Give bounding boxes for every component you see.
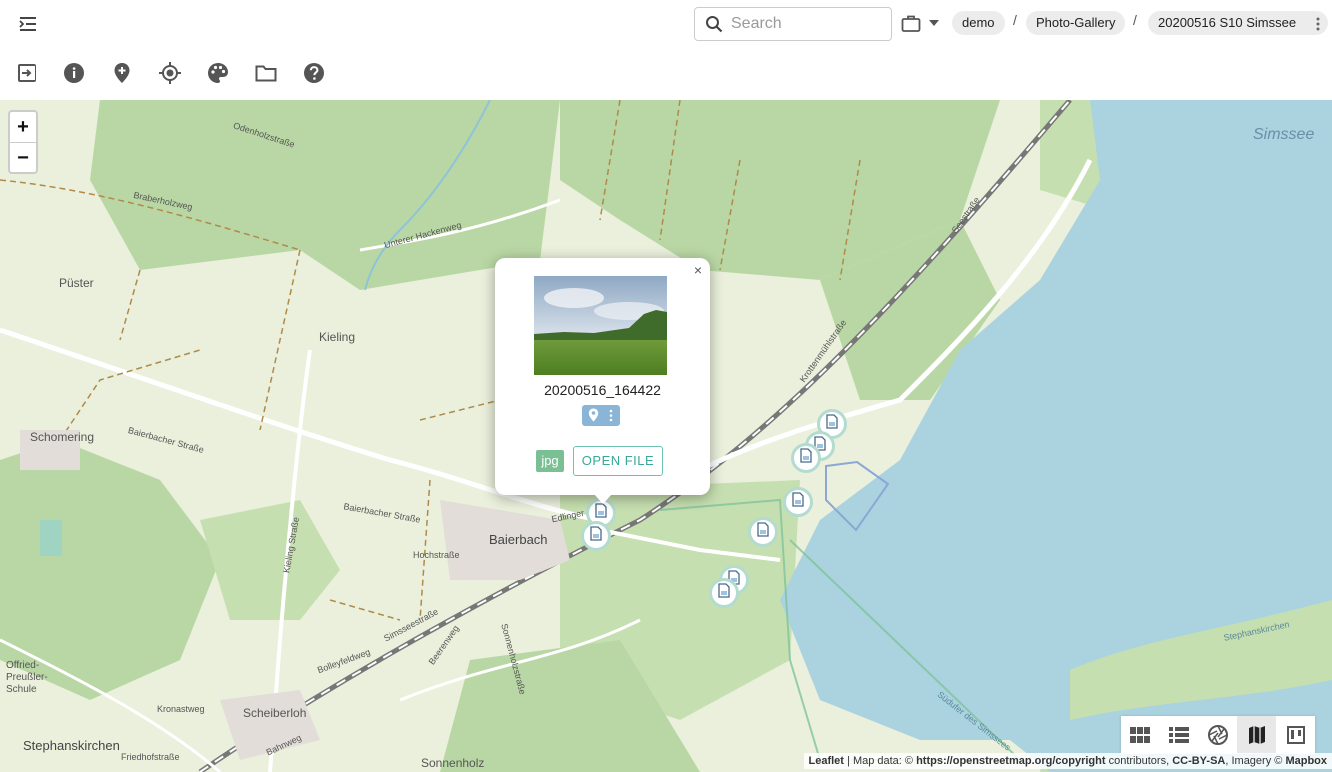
attribution-text: | Map data: © (843, 755, 917, 767)
folder-icon[interactable] (253, 60, 279, 86)
file-icon (826, 414, 838, 434)
breadcrumb-album[interactable]: 20200516 S10 Simssee (1148, 11, 1328, 35)
close-icon[interactable]: × (694, 262, 702, 278)
top-bar: demo / Photo-Gallery / 20200516 S10 Sims… (0, 0, 1332, 48)
file-icon (718, 583, 730, 603)
mapbox-link[interactable]: Mapbox (1285, 755, 1327, 767)
file-icon (590, 526, 602, 546)
file-icon (792, 492, 804, 512)
file-icon (800, 448, 812, 468)
leaflet-link[interactable]: Leaflet (809, 755, 844, 767)
zoom-in-button[interactable]: + (10, 112, 36, 143)
breadcrumb-photo-gallery[interactable]: Photo-Gallery (1026, 11, 1126, 35)
photo-marker[interactable] (748, 517, 778, 547)
zoom-out-button[interactable]: − (10, 143, 36, 173)
tool-bar (0, 48, 1332, 100)
osm-copyright-link[interactable]: https://openstreetmap.org/copyright (916, 755, 1105, 767)
locate-icon[interactable] (157, 60, 183, 86)
map-attribution: Leaflet | Map data: © https://openstreet… (803, 753, 1332, 769)
file-icon (757, 522, 769, 542)
place-label-stephanskirchen: Stephanskirchen (23, 738, 120, 753)
zoom-control: + − (8, 110, 38, 174)
briefcase-icon[interactable] (898, 11, 924, 35)
photo-title: 20200516_164422 (544, 382, 661, 398)
photo-marker[interactable] (791, 443, 821, 473)
license-link[interactable]: CC-BY-SA (1172, 755, 1225, 767)
place-label-sonnenholz: Sonnenholz (421, 756, 485, 770)
chevron-down-icon[interactable] (926, 15, 942, 31)
search-input[interactable] (729, 14, 873, 34)
map-marker-icon (588, 408, 599, 427)
popup-tip (594, 494, 612, 504)
photo-thumbnail[interactable] (534, 276, 667, 375)
attribution-text: , Imagery © (1225, 755, 1286, 767)
list-view-icon[interactable] (1160, 716, 1199, 754)
place-label-schomering: Schomering (30, 430, 95, 444)
breadcrumb-separator: / (1133, 12, 1137, 28)
aperture-icon[interactable] (1199, 716, 1238, 754)
photo-marker[interactable] (783, 487, 813, 517)
road-label: Friedhofstraße (121, 752, 180, 762)
add-location-icon[interactable] (109, 60, 135, 86)
breadcrumb-album-label: 20200516 S10 Simssee (1158, 15, 1297, 30)
road-label: Hochstraße (413, 550, 460, 560)
menu-toggle-icon[interactable] (14, 10, 42, 38)
help-icon[interactable] (301, 60, 327, 86)
place-label-scheiberloh: Scheiberloh (243, 706, 307, 720)
info-icon[interactable] (61, 60, 87, 86)
photo-marker[interactable] (709, 578, 739, 608)
more-vert-icon[interactable] (609, 409, 613, 427)
location-chip[interactable] (582, 405, 620, 426)
file-type-badge: jpg (536, 450, 564, 472)
place-label-school: Offried-Preußler-Schule (6, 660, 48, 695)
board-icon[interactable] (1276, 716, 1315, 754)
photo-marker[interactable] (581, 521, 611, 551)
search-box[interactable] (694, 7, 892, 41)
exit-icon[interactable] (14, 60, 40, 86)
place-label-kieling: Kieling (319, 330, 356, 344)
breadcrumb-separator: / (1013, 12, 1017, 28)
more-vert-icon[interactable] (1316, 11, 1320, 35)
road-label: Kronastweg (157, 704, 205, 714)
place-label-baierbach: Baierbach (489, 532, 548, 547)
palette-icon[interactable] (205, 60, 231, 86)
lake-label: Simssee (1253, 126, 1315, 143)
grid-view-icon[interactable] (1121, 716, 1160, 754)
breadcrumb-demo[interactable]: demo (952, 11, 1005, 35)
view-switcher (1121, 716, 1315, 754)
open-file-button[interactable]: OPEN FILE (573, 446, 663, 476)
file-icon (595, 503, 607, 523)
map-icon[interactable] (1237, 716, 1277, 754)
attribution-text: contributors, (1105, 755, 1173, 767)
photo-popup: × 20200516_164422 jpg OPEN FILE (495, 258, 710, 495)
place-label-puster: Püster (59, 276, 94, 290)
search-icon (705, 15, 723, 33)
